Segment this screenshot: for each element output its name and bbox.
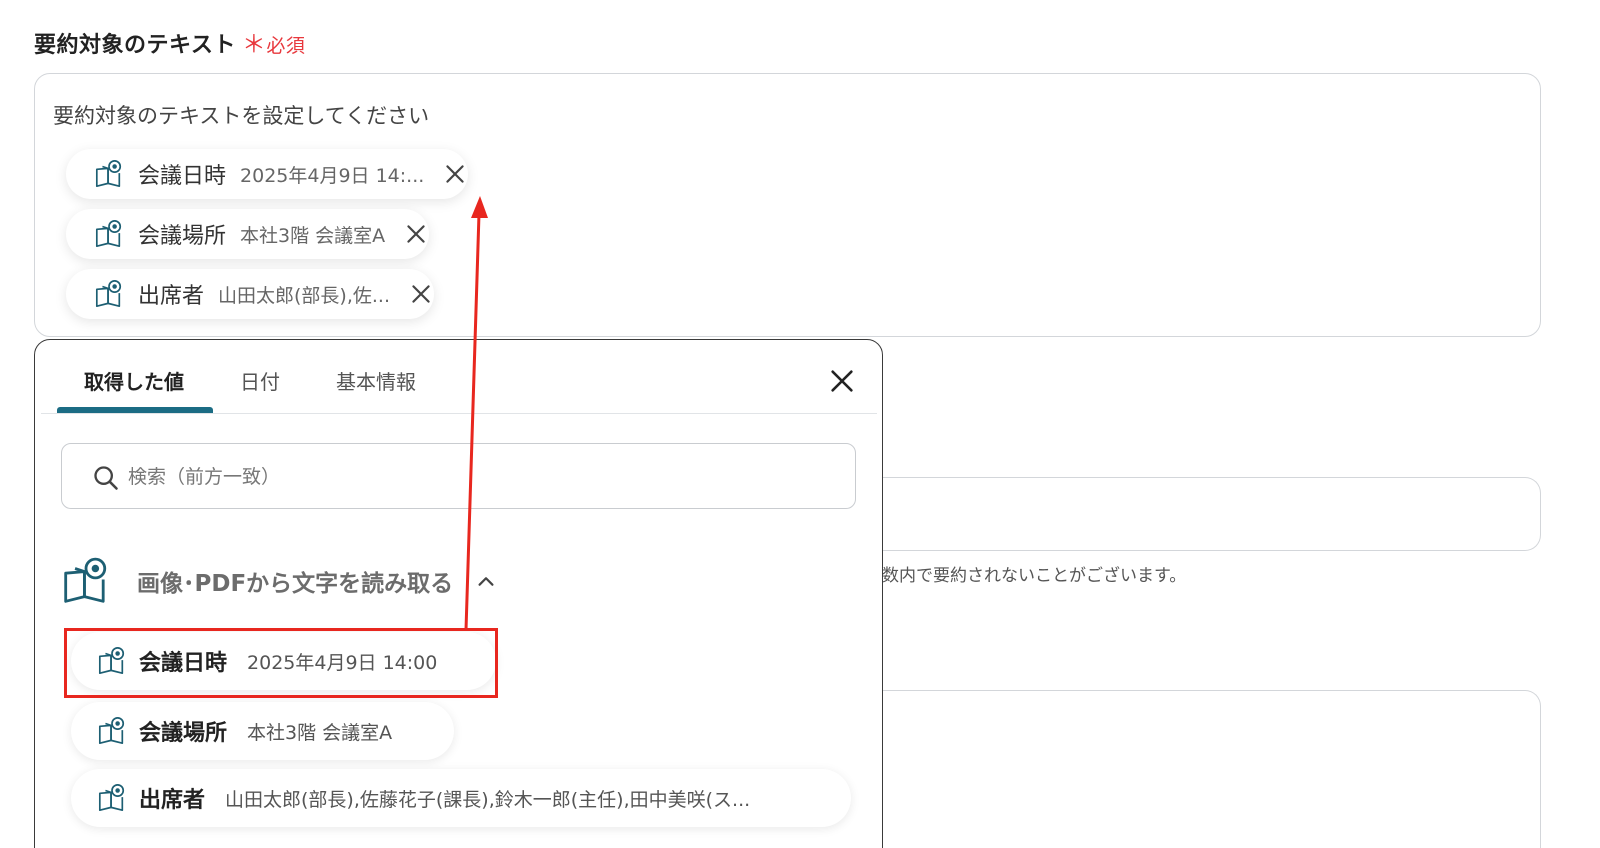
close-icon[interactable] [828,367,856,395]
search-input[interactable] [128,458,828,496]
item-value: 本社3階 会議室A [247,721,393,744]
book-eye-icon [97,716,127,746]
item-value: 山田太郎(部長),佐藤花子(課長),鈴木一郎(主任),田中美咲(ス... [225,788,751,811]
textbox-placeholder: 要約対象のテキストを設定してください [53,104,430,128]
value-picker-popup: 取得した値 日付 基本情報 画像･PDFから文字を読み取る 会議日時 2025年… [34,339,883,848]
list-item-attendees[interactable]: 出席者 山田太郎(部長),佐藤花子(課長),鈴木一郎(主任),田中美咲(ス... [71,769,851,827]
background-textarea[interactable] [880,690,1541,848]
book-eye-icon [61,556,111,606]
book-eye-icon [94,159,124,189]
close-icon[interactable] [403,221,429,247]
book-eye-icon [94,279,124,309]
chip-attendees[interactable]: 出席者 山田太郎(部長),佐... [66,269,434,319]
item-name: 会議場所 [139,721,228,746]
close-icon[interactable] [442,161,468,187]
active-tab-indicator [57,407,213,413]
chip-meeting-place[interactable]: 会議場所 本社3階 会議室A [66,209,430,259]
field-label-text: 要約対象のテキスト [34,33,236,58]
book-eye-icon [97,646,127,676]
tab-basic-info[interactable]: 基本情報 [336,366,416,395]
tab-acquired-values[interactable]: 取得した値 [84,366,184,395]
chip-value: 本社3階 会議室A [240,224,386,247]
list-item-meeting-datetime[interactable]: 会議日時 2025年4月9日 14:00 [71,632,496,690]
required-star: ＊ [241,30,267,58]
section-ocr-header[interactable]: 画像･PDFから文字を読み取る [61,551,497,611]
chip-name: 会議場所 [138,224,227,249]
tab-bar: 取得した値 日付 基本情報 [41,340,877,414]
item-name: 会議日時 [139,651,228,676]
item-name: 出席者 [139,788,206,813]
field-label: 要約対象のテキスト ＊必須 [34,24,305,59]
item-value: 2025年4月9日 14:00 [247,651,438,674]
chip-value: 2025年4月9日 14:... [240,164,425,187]
search-icon [94,466,118,490]
chip-name: 出席者 [138,284,205,309]
chip-meeting-datetime[interactable]: 会議日時 2025年4月9日 14:... [66,149,469,199]
list-item-meeting-place[interactable]: 会議場所 本社3階 会議室A [71,702,454,760]
section-title: 画像･PDFから文字を読み取る [137,571,454,597]
chip-value: 山田太郎(部長),佐... [218,284,390,307]
helper-text: 数内で要約されないことがございます。 [882,566,1187,586]
book-eye-icon [94,219,124,249]
book-eye-icon [97,783,127,813]
chip-name: 会議日時 [138,164,227,189]
background-input-field[interactable] [880,477,1541,551]
close-icon[interactable] [408,281,434,307]
chevron-up-icon[interactable] [475,570,497,592]
tab-date[interactable]: 日付 [240,366,280,395]
required-text: 必須 [266,35,306,57]
search-field[interactable] [61,443,856,509]
